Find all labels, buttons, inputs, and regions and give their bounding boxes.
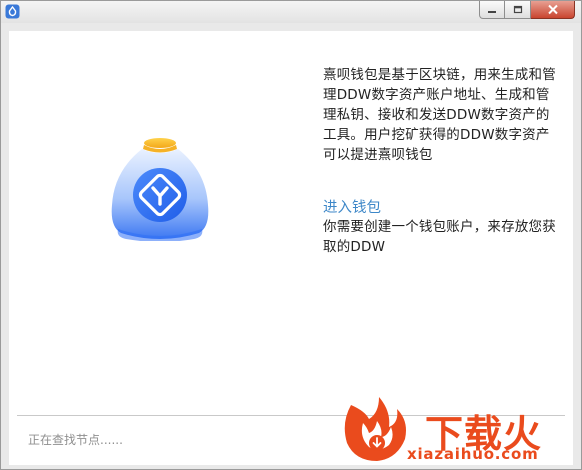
app-window: 熹呗钱包是基于区块链，用来生成和管理DDW数字资产账户地址、生成和管理私钥、接收…: [0, 0, 582, 470]
minimize-icon: [488, 10, 496, 13]
maximize-icon: [513, 5, 522, 14]
enter-wallet-link[interactable]: 进入钱包: [323, 196, 381, 217]
status-text: 正在查找节点......: [28, 433, 123, 447]
title-bar[interactable]: [1, 1, 581, 23]
maximize-button[interactable]: [505, 1, 531, 19]
window-controls: [479, 1, 575, 19]
close-icon: [547, 4, 558, 15]
close-button[interactable]: [531, 1, 575, 19]
enter-wallet-description: 你需要创建一个钱包账户，来存放您获取的DDW: [323, 219, 556, 255]
watermark-domain: xiazaihuo.com: [407, 445, 539, 463]
minimize-button[interactable]: [479, 1, 505, 19]
wallet-description: 熹呗钱包是基于区块链，用来生成和管理DDW数字资产账户地址、生成和管理私钥、接收…: [323, 67, 556, 163]
wallet-logo-icon: [111, 138, 209, 241]
app-icon: [5, 4, 20, 19]
